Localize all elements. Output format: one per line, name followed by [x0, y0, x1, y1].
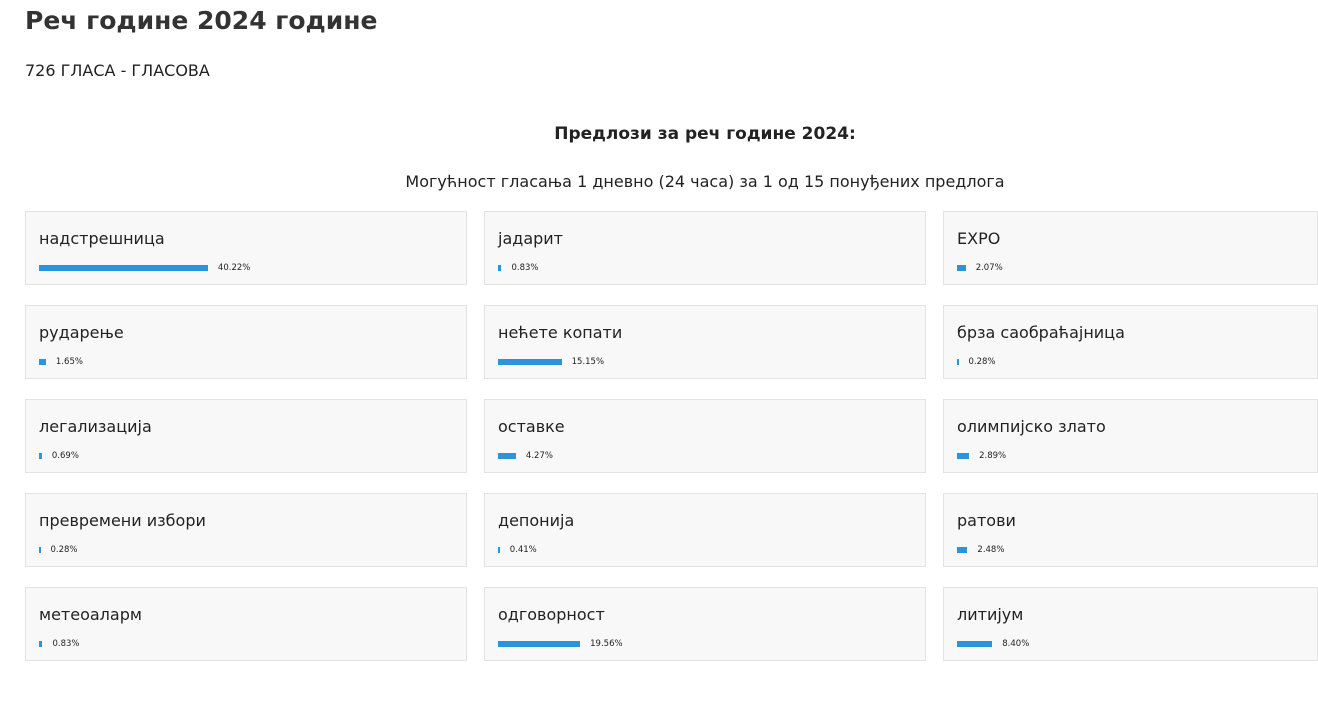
poll-option-label: EXPO — [957, 229, 1001, 248]
poll-option-card[interactable]: литијум 8.40% — [943, 587, 1318, 661]
poll-option-card[interactable]: EXPO 2.07% — [943, 211, 1318, 285]
poll-option-card[interactable]: одговорност 19.56% — [484, 587, 926, 661]
poll-option-percent: 0.83% — [52, 639, 80, 649]
poll-option-percent: 1.65% — [55, 357, 83, 367]
poll-option-label: олимпијско злато — [957, 417, 1106, 436]
poll-option-card[interactable]: оставке 4.27% — [484, 399, 926, 473]
poll-option-card[interactable]: легализација 0.69% — [25, 399, 467, 473]
poll-option-percent: 2.07% — [975, 263, 1003, 273]
poll-option-bar — [498, 359, 562, 365]
poll-option-label: превремени избори — [39, 511, 206, 530]
poll-option-label: депонија — [498, 511, 575, 530]
page-title: Реч године 2024 године — [25, 6, 378, 35]
poll-option-label: ратови — [957, 511, 1016, 530]
poll-options-grid: надстрешница 40.22% јадарит 0.83% EXPO 2.07% р… — [25, 211, 1318, 664]
poll-option-bar — [39, 453, 42, 459]
poll-option-bar — [498, 641, 581, 647]
poll-heading: Предлози за реч године 2024: — [554, 124, 856, 144]
poll-option-label: надстрешница — [39, 229, 165, 248]
poll-option-label: нећете копати — [498, 323, 623, 342]
poll-note: Могућност гласања 1 дневно (24 часа) за … — [405, 172, 1005, 191]
poll-option-percent: 2.89% — [979, 451, 1007, 461]
poll-option-bar — [39, 265, 208, 271]
poll-option-bar — [498, 547, 500, 553]
poll-option-bar — [39, 547, 41, 553]
poll-option-bar — [957, 641, 993, 647]
poll-option-percent: 8.40% — [1002, 639, 1030, 649]
poll-option-percent: 15.15% — [571, 357, 605, 367]
poll-option-bar — [498, 453, 516, 459]
poll-option-card[interactable]: депонија 0.41% — [484, 493, 926, 567]
poll-option-percent: 0.69% — [51, 451, 79, 461]
poll-option-percent: 0.41% — [509, 545, 537, 555]
poll-option-bar — [957, 359, 959, 365]
poll-option-percent: 0.83% — [511, 263, 539, 273]
poll-option-card[interactable]: превремени избори 0.28% — [25, 493, 467, 567]
poll-option-card[interactable]: метеоаларм 0.83% — [25, 587, 467, 661]
poll-option-card[interactable]: надстрешница 40.22% — [25, 211, 467, 285]
poll-option-label: јадарит — [498, 229, 563, 248]
poll-option-bar — [957, 547, 968, 553]
poll-option-label: оставке — [498, 417, 565, 436]
poll-option-percent: 4.27% — [525, 451, 553, 461]
poll-option-bar — [39, 641, 43, 647]
poll-option-bar — [498, 265, 502, 271]
poll-option-bar — [957, 453, 970, 459]
poll-option-bar — [957, 265, 966, 271]
page: Реч године 2024 године 726 ГЛАСА - ГЛАСО… — [0, 0, 1318, 711]
poll-option-label: литијум — [957, 605, 1024, 624]
poll-option-label: одговорност — [498, 605, 605, 624]
poll-option-percent: 0.28% — [50, 545, 78, 555]
poll-option-percent: 40.22% — [217, 263, 251, 273]
poll-option-label: метеоаларм — [39, 605, 142, 624]
poll-option-label: брза саобраћајница — [957, 323, 1125, 342]
poll-option-card[interactable]: јадарит 0.83% — [484, 211, 926, 285]
poll-option-label: рударење — [39, 323, 124, 342]
vote-count: 726 ГЛАСА - ГЛАСОВА — [25, 61, 210, 80]
poll-option-card[interactable]: нећете копати 15.15% — [484, 305, 926, 379]
poll-option-label: легализација — [39, 417, 152, 436]
poll-option-percent: 2.48% — [977, 545, 1005, 555]
poll-option-card[interactable]: рударење 1.65% — [25, 305, 467, 379]
poll-option-card[interactable]: ратови 2.48% — [943, 493, 1318, 567]
poll-option-bar — [39, 359, 46, 365]
poll-option-card[interactable]: брза саобраћајница 0.28% — [943, 305, 1318, 379]
poll-option-percent: 0.28% — [968, 357, 996, 367]
poll-option-card[interactable]: олимпијско злато 2.89% — [943, 399, 1318, 473]
poll-option-percent: 19.56% — [590, 639, 623, 649]
